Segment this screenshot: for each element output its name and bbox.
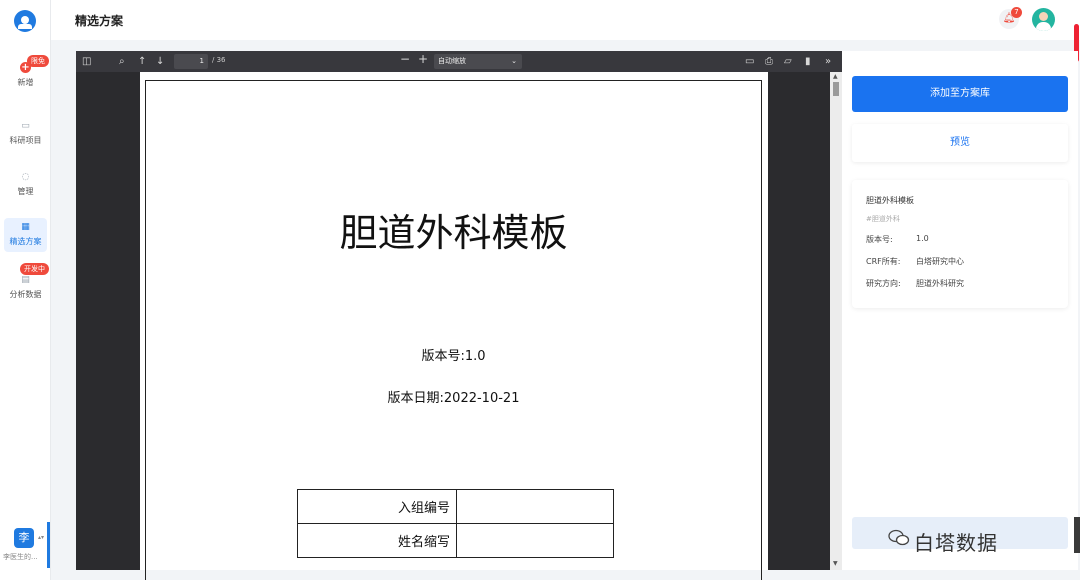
- sidebar-item-analysis[interactable]: ▤ 分析数据: [0, 275, 51, 300]
- arrow-up-icon[interactable]: ↑: [138, 55, 146, 68]
- present-icon[interactable]: ▭: [745, 55, 754, 68]
- table-row: 姓名缩写: [297, 523, 614, 558]
- chevron-down-icon: ⌄: [511, 57, 517, 65]
- info-value: 1.0: [916, 234, 929, 243]
- app-logo[interactable]: [14, 10, 36, 32]
- avatar: 李: [14, 528, 34, 548]
- zoom-in-icon[interactable]: +: [418, 53, 428, 66]
- wechat-icon: [888, 529, 910, 546]
- sidebar-item-projects[interactable]: ▭ 科研项目: [0, 121, 51, 146]
- page-border: 胆道外科模板 版本号:1.0 版本日期:2022-10-21 入组编号 姓名缩写: [145, 80, 762, 580]
- sidebar-item-label: 管理: [17, 187, 34, 196]
- dev-badge: 开发中: [20, 263, 49, 275]
- page-number-input[interactable]: 1: [174, 54, 208, 69]
- info-key: 版本号:: [866, 235, 893, 244]
- watermark-text: 白塔数据: [914, 531, 998, 555]
- user-name: 李医生的...: [3, 553, 38, 561]
- preview-button[interactable]: 预览: [852, 124, 1068, 162]
- info-value: 白塔研究中心: [916, 257, 964, 266]
- folder-icon: ▭: [21, 121, 30, 131]
- table-cell-label: 入组编号: [297, 489, 457, 524]
- more-tools-icon[interactable]: »: [825, 55, 831, 68]
- sidebar-item-label: 新增: [17, 78, 34, 87]
- info-key: CRF所有:: [866, 257, 901, 266]
- document-version: 版本号:1.0: [421, 349, 486, 364]
- table-cell-value: [456, 489, 614, 524]
- grid-icon: ▦: [21, 222, 30, 232]
- info-row: 研究方向: 胆道外科研究: [866, 278, 1054, 289]
- add-to-library-button[interactable]: 添加至方案库: [852, 76, 1068, 112]
- sidebar-item-label: 精选方案: [9, 237, 42, 246]
- sidebar-item-label: 科研项目: [9, 136, 42, 145]
- template-name: 胆道外科模板: [866, 196, 914, 205]
- table-cell-label: 姓名缩写: [297, 523, 457, 558]
- scroll-down-icon[interactable]: ▼: [833, 560, 838, 567]
- page-total: / 36: [212, 56, 226, 64]
- pdf-page: 胆道外科模板 版本号:1.0 版本日期:2022-10-21 入组编号 姓名缩写: [140, 72, 768, 580]
- zoom-select[interactable]: 自动缩放 ⌄: [434, 54, 522, 69]
- info-row: CRF所有: 白塔研究中心: [866, 256, 1054, 267]
- avatar[interactable]: [1032, 8, 1055, 31]
- arrow-down-icon[interactable]: ↓: [156, 55, 164, 68]
- chevron-updown-icon: ▴▾: [38, 534, 45, 541]
- enrollment-table: 入组编号 姓名缩写: [297, 489, 614, 558]
- bottom-action-button[interactable]: 白塔数据: [852, 517, 1068, 555]
- scroll-thumb[interactable]: [833, 82, 839, 96]
- scroll-up-icon[interactable]: ▲: [833, 73, 838, 80]
- person-icon: ◌: [21, 172, 30, 182]
- info-value: 胆道外科研究: [916, 279, 964, 288]
- page-title: 精选方案: [75, 14, 124, 28]
- sidebar-item-featured[interactable]: ▦ 精选方案: [4, 218, 47, 252]
- detail-panel: 添加至方案库 预览 胆道外科模板 #胆道外科 版本号: 1.0 CRF所有: 白…: [842, 51, 1078, 570]
- sidebar-item-label: 分析数据: [9, 290, 42, 299]
- chart-icon: ▤: [21, 275, 30, 285]
- edge-handle: [1074, 517, 1080, 553]
- sidebar-item-manage[interactable]: ◌ 管理: [0, 172, 51, 197]
- sidebar: + 新增 限免 ▭ 科研项目 ◌ 管理 ▦ 精选方案 ▤ 分析数据 开发中 李 …: [0, 0, 51, 580]
- sidebar-toggle-icon[interactable]: ◫: [82, 55, 91, 68]
- bookmark-icon[interactable]: ▮: [805, 55, 811, 68]
- pdf-viewer: ◫ ⌕ ↑ ↓ 1 / 36 − + 自动缩放 ⌄ ▭ ⎙ ▱ ▮ » 胆道外科…: [76, 51, 842, 580]
- open-file-icon[interactable]: ▱: [784, 55, 792, 68]
- search-icon[interactable]: ⌕: [119, 55, 125, 68]
- template-tag: #胆道外科: [866, 215, 900, 223]
- print-icon[interactable]: ⎙: [765, 55, 773, 68]
- pdf-toolbar: ◫ ⌕ ↑ ↓ 1 / 36 − + 自动缩放 ⌄ ▭ ⎙ ▱ ▮ »: [76, 51, 842, 72]
- zoom-out-icon[interactable]: −: [400, 53, 410, 66]
- user-menu[interactable]: 李 ▴▾ 李医生的...: [0, 522, 51, 570]
- template-info-card: 胆道外科模板 #胆道外科 版本号: 1.0 CRF所有: 白塔研究中心 研究方向…: [852, 180, 1068, 308]
- table-cell-value: [456, 523, 614, 558]
- table-row: 入组编号: [297, 489, 614, 524]
- notification-badge: 7: [1011, 7, 1022, 18]
- free-badge: 限免: [27, 55, 49, 67]
- active-indicator: [47, 522, 50, 568]
- info-row: 版本号: 1.0: [866, 234, 1054, 245]
- document-title: 胆道外科模板: [339, 211, 568, 255]
- info-key: 研究方向:: [866, 279, 901, 288]
- header: 精选方案 🔔︎ 7: [51, 0, 1080, 40]
- document-date: 版本日期:2022-10-21: [387, 391, 520, 406]
- zoom-value: 自动缩放: [438, 57, 466, 65]
- pdf-scrollbar[interactable]: ▲ ▼: [830, 72, 842, 570]
